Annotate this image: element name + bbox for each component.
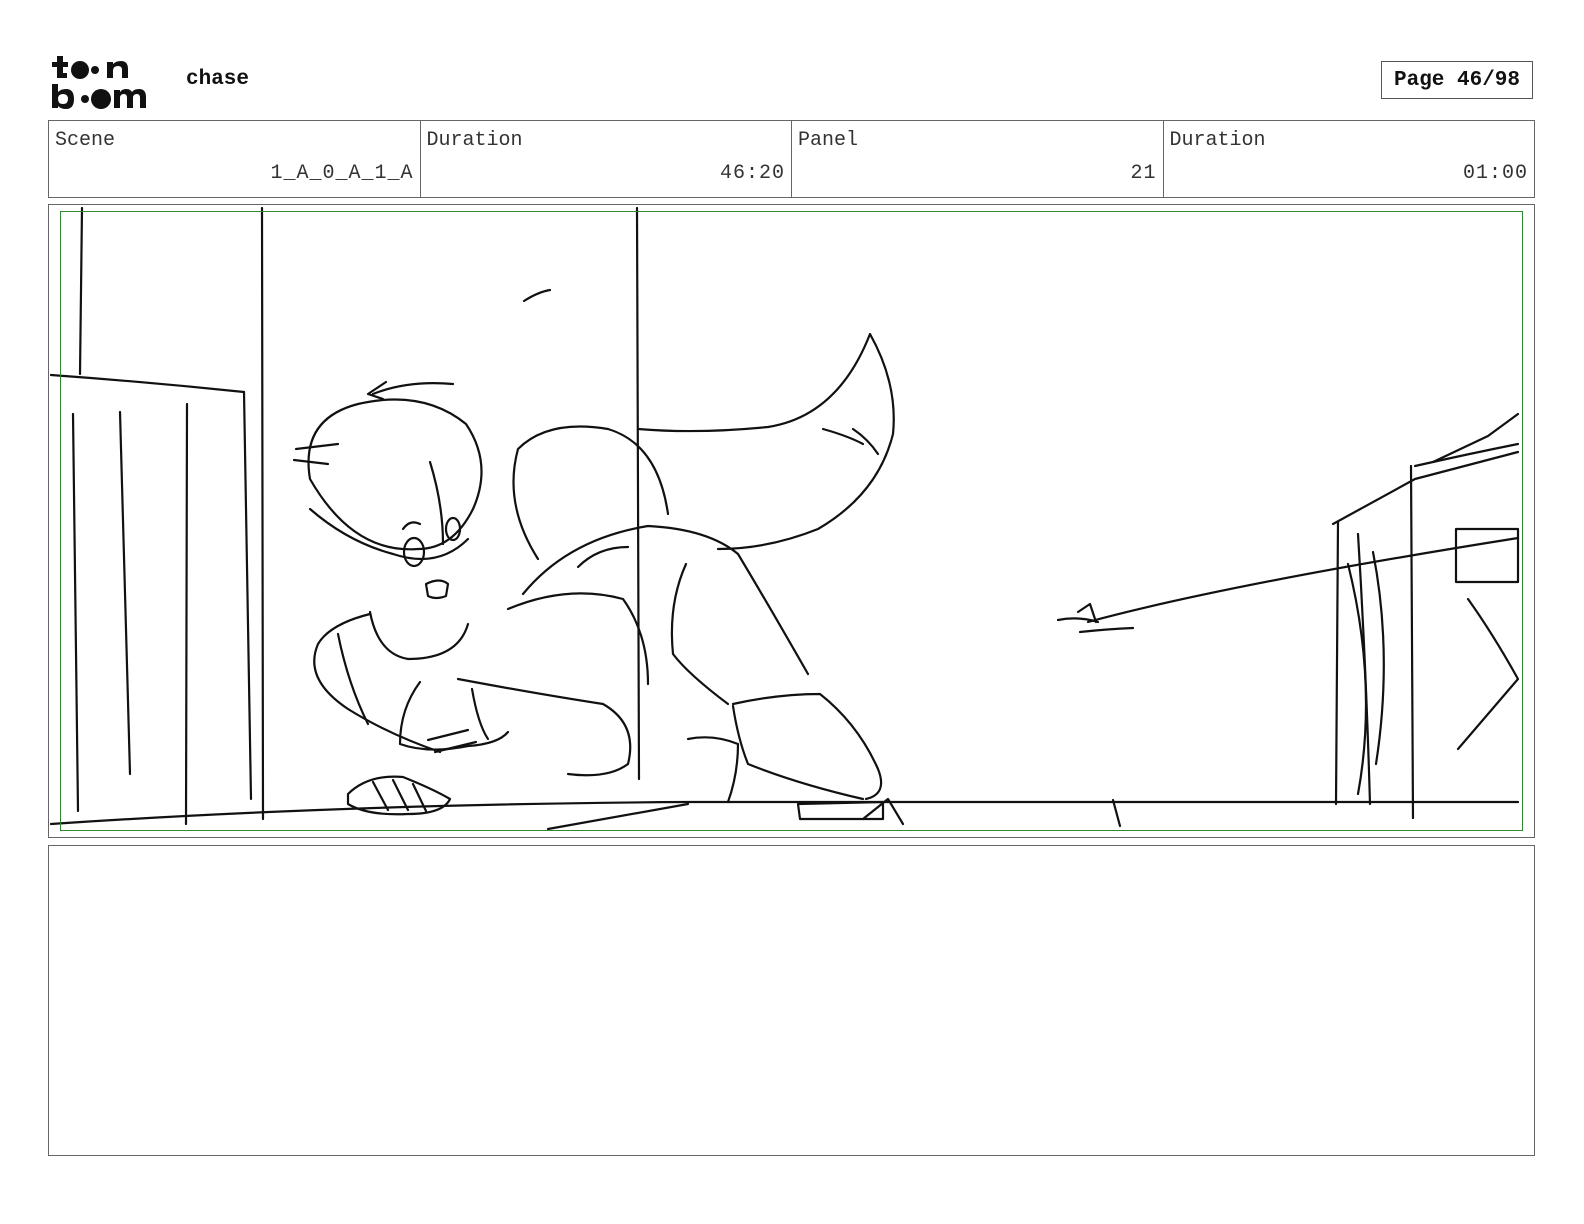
panel-duration-label: Duration — [1169, 129, 1266, 152]
scene-duration-label: Duration — [426, 129, 523, 152]
panel-duration-value: 01:00 — [1462, 162, 1528, 185]
panel-duration-cell: Duration 01:00 — [1164, 121, 1535, 197]
scene-label: Scene — [55, 129, 116, 152]
page-number-badge: Page 46/98 — [1381, 61, 1533, 99]
panel-value: 21 — [1130, 162, 1157, 185]
scene-duration-cell: Duration 46:20 — [421, 121, 792, 197]
scene-cell: Scene 1_A_0_A_1_A — [49, 121, 421, 197]
panel-label: Panel — [798, 129, 859, 152]
panel-info-table: Scene 1_A_0_A_1_A Duration 46:20 Panel 2… — [48, 120, 1535, 198]
project-title: chase — [186, 68, 250, 91]
scene-value: 1_A_0_A_1_A — [270, 162, 414, 185]
panel-notes-box[interactable] — [48, 845, 1535, 1156]
scene-duration-value: 46:20 — [719, 162, 785, 185]
panel-cell: Panel 21 — [792, 121, 1164, 197]
toon-boom-logo — [52, 56, 146, 109]
camera-safe-frame — [60, 211, 1523, 831]
